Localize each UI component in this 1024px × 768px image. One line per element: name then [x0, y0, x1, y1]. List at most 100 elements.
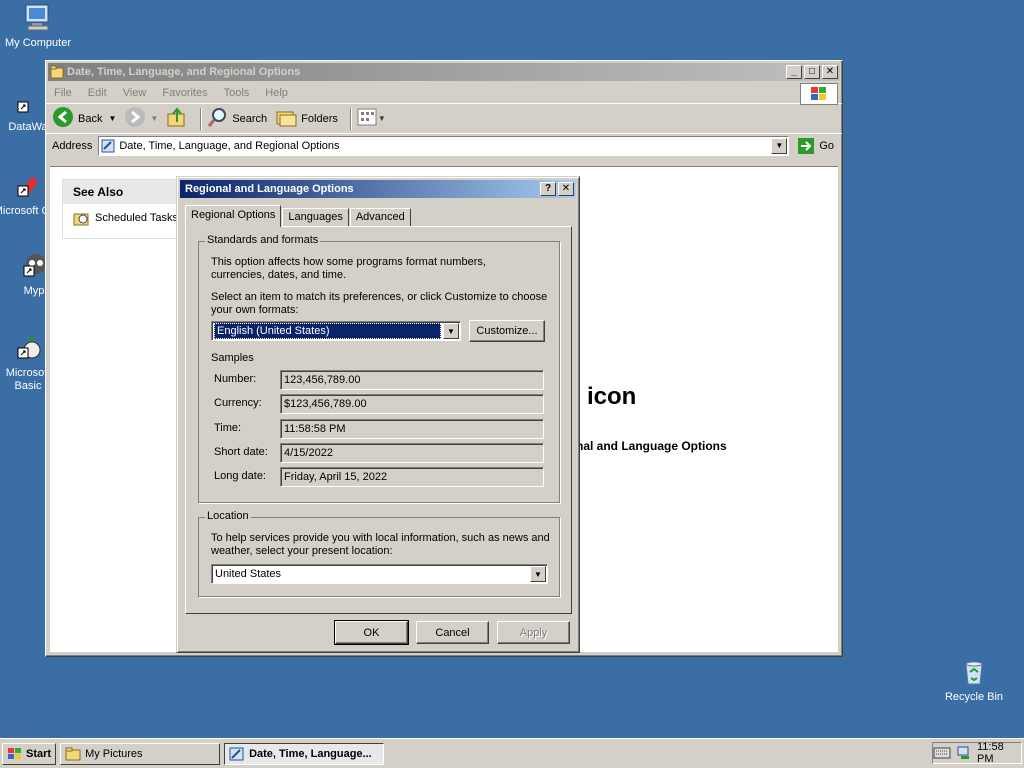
taskbar-item-label: Date, Time, Language... — [249, 747, 372, 760]
go-label: Go — [819, 139, 834, 152]
tab-regional-options[interactable]: Regional Options — [185, 205, 282, 227]
menu-view[interactable]: View — [121, 87, 149, 99]
dialog-titlebar[interactable]: Regional and Language Options ? ✕ — [180, 180, 576, 198]
address-label: Address — [52, 139, 93, 152]
select-prompt: Select an item to match its preferences,… — [211, 291, 548, 316]
samples-label: Samples — [211, 352, 254, 364]
address-input[interactable]: Date, Time, Language, and Regional Optio… — [98, 135, 790, 156]
desktop-icon-recycle-bin[interactable]: Recycle Bin — [936, 656, 1012, 704]
location-description: To help services provide you with local … — [211, 532, 550, 557]
sample-time-label: Time: — [214, 422, 242, 434]
menu-bar: File Edit View Favorites Tools Help — [46, 83, 842, 105]
clock[interactable]: 11:58 PM — [977, 741, 1015, 765]
taskbar-item-date-time[interactable]: Date, Time, Language... — [224, 742, 385, 765]
folders-button[interactable]: Folders — [275, 106, 338, 131]
back-arrow-icon — [52, 106, 74, 131]
search-icon — [206, 106, 228, 131]
sample-number-label: Number: — [214, 373, 257, 385]
network-icon[interactable] — [957, 746, 971, 760]
forward-button[interactable]: ▼ — [124, 106, 158, 131]
system-tray: 11:58 PM — [932, 741, 1022, 765]
control-panel-icon — [229, 747, 245, 761]
tab-languages[interactable]: Languages — [282, 208, 349, 227]
taskbar-item-my-pictures[interactable]: My Pictures — [60, 742, 221, 765]
standards-description: This option affects how some programs fo… — [211, 256, 486, 281]
folder-icon — [50, 65, 64, 79]
keyboard-icon[interactable] — [933, 747, 951, 759]
start-button[interactable]: Start — [2, 742, 57, 765]
address-dropdown-button[interactable]: ▼ — [771, 137, 788, 154]
chevron-down-icon[interactable]: ▼ — [150, 114, 158, 123]
go-button[interactable]: Go — [789, 137, 842, 155]
regional-options-panel: Standards and formats This option affect… — [185, 226, 572, 614]
up-folder-icon — [166, 106, 188, 131]
chevron-down-icon[interactable]: ▼ — [108, 114, 116, 123]
ok-button[interactable]: OK — [334, 620, 409, 645]
folders-label: Folders — [301, 112, 338, 125]
sample-number-value: 123,456,789.00 — [280, 370, 544, 390]
scheduled-tasks-icon — [73, 210, 89, 226]
scheduled-tasks-label: Scheduled Tasks — [95, 212, 178, 224]
maximize-button[interactable]: □ — [804, 65, 820, 79]
locale-dropdown-button[interactable]: ▼ — [443, 323, 459, 339]
up-folder-button[interactable] — [166, 106, 188, 131]
dialog-close-button[interactable]: ✕ — [558, 182, 574, 196]
toolbar-separator — [200, 107, 203, 130]
minimize-button[interactable]: _ — [786, 65, 802, 79]
standard-toolbar: Back ▼ ▼ Search Folders ▼ — [46, 103, 842, 133]
location-group: Location To help services provide you wi… — [198, 510, 560, 597]
shortcut-icon — [12, 86, 44, 118]
location-select[interactable]: United States ▼ — [211, 564, 548, 584]
close-button[interactable]: ✕ — [822, 65, 838, 79]
apply-button[interactable]: Apply — [497, 621, 570, 644]
location-select-value: United States — [215, 568, 282, 580]
sample-currency-value: $123,456,789.00 — [280, 394, 544, 414]
taskbar-item-label: My Pictures — [85, 747, 143, 760]
standards-legend: Standards and formats — [205, 234, 321, 246]
dialog-title: Regional and Language Options — [185, 183, 354, 195]
menu-edit[interactable]: Edit — [86, 87, 109, 99]
sample-short-date-value: 4/15/2022 — [280, 443, 544, 463]
regional-options-link-fragment[interactable]: nal and Language Options — [576, 439, 727, 453]
control-panel-icon — [99, 139, 115, 153]
customize-button[interactable]: Customize... — [469, 320, 545, 342]
back-button[interactable]: Back ▼ — [52, 106, 116, 131]
folder-icon — [65, 747, 81, 761]
windows-flag-icon — [800, 83, 838, 105]
windows-logo-icon — [7, 747, 23, 761]
back-label: Back — [78, 112, 103, 125]
address-bar: Address Date, Time, Language, and Region… — [46, 133, 842, 157]
desktop-icon-my-computer[interactable]: My Computer — [0, 2, 76, 50]
menu-favorites[interactable]: Favorites — [160, 87, 209, 99]
chevron-down-icon[interactable]: ▼ — [378, 114, 386, 123]
desktop-icon-label: My Computer — [4, 37, 72, 49]
explorer-titlebar[interactable]: Date, Time, Language, and Regional Optio… — [48, 63, 840, 81]
location-dropdown-button[interactable]: ▼ — [530, 566, 546, 582]
views-button[interactable]: ▼ — [356, 107, 386, 130]
computer-icon — [22, 2, 54, 34]
go-arrow-icon — [797, 137, 815, 155]
help-button[interactable]: ? — [540, 182, 556, 196]
locale-select-value: English (United States) — [214, 323, 441, 339]
explorer-title: Date, Time, Language, and Regional Optio… — [67, 66, 301, 78]
recycle-bin-icon — [958, 656, 990, 688]
start-label: Start — [26, 747, 52, 760]
cancel-button[interactable]: Cancel — [416, 621, 489, 644]
sample-short-date-label: Short date: — [214, 446, 268, 458]
menu-file[interactable]: File — [52, 87, 74, 99]
search-button[interactable]: Search — [206, 106, 267, 131]
menu-tools[interactable]: Tools — [222, 87, 252, 99]
desktop-icon-label: Recycle Bin — [944, 691, 1004, 703]
visual-cpp-icon — [12, 170, 44, 202]
regional-options-dialog: Regional and Language Options ? ✕ Region… — [176, 176, 580, 653]
forward-arrow-icon — [124, 106, 146, 131]
locale-select[interactable]: English (United States) ▼ — [211, 321, 461, 341]
sample-currency-label: Currency: — [214, 397, 262, 409]
menu-help[interactable]: Help — [263, 87, 290, 99]
category-heading-fragment: icon — [587, 383, 637, 410]
address-value: Date, Time, Language, and Regional Optio… — [119, 139, 340, 152]
tab-strip: Regional Options Languages Advanced — [185, 205, 412, 227]
tab-advanced[interactable]: Advanced — [349, 208, 411, 227]
visual-basic-icon — [12, 332, 44, 364]
standards-group: Standards and formats This option affect… — [198, 234, 560, 503]
